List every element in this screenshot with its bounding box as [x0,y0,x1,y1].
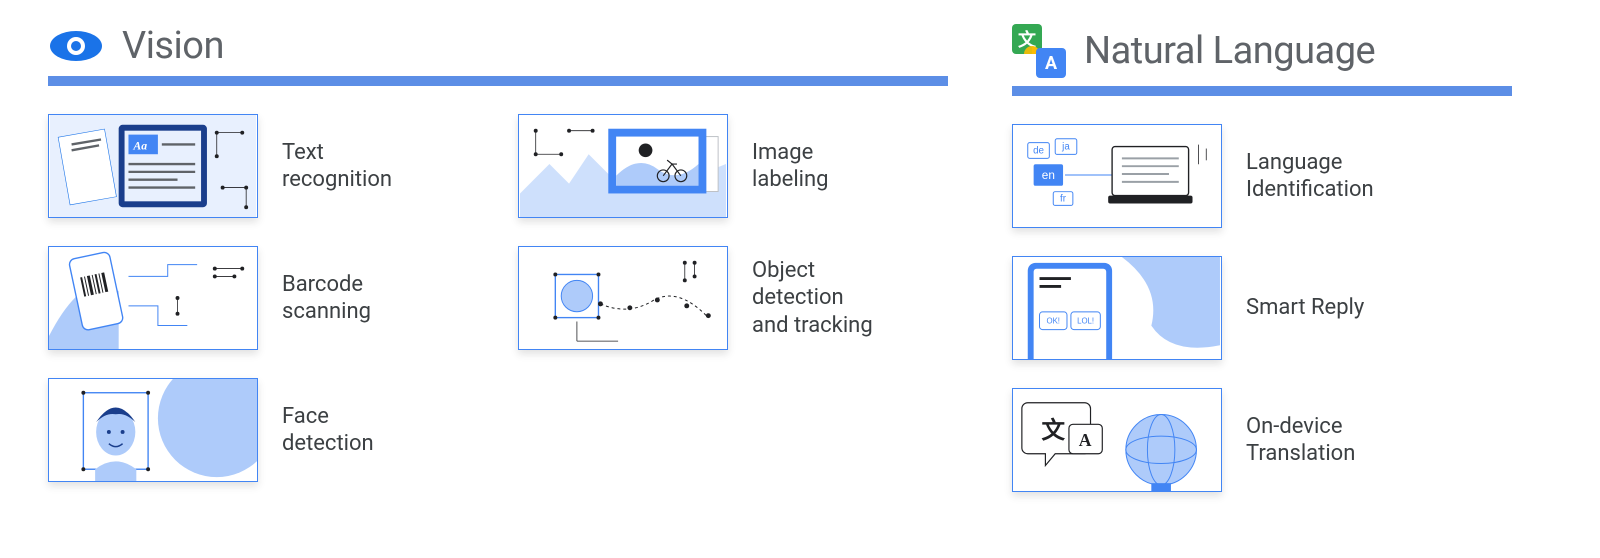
smart-reply-illustration: OK! LOL! [1012,256,1222,360]
vision-section: Vision Aa [48,24,948,482]
tl-a: A [1079,430,1092,450]
sr-ok: OK! [1047,317,1061,326]
translation-label: On-deviceTranslation [1246,413,1355,468]
vision-title: Vision [122,24,224,68]
natural-language-section: 文 A Natural Language de ja [1012,24,1512,492]
smart-reply-label: Smart Reply [1246,294,1364,322]
aa-label: Aa [132,139,147,152]
translate-icon: 文 A [1012,24,1066,78]
text-recognition-illustration: Aa [48,114,258,218]
face-detection-illustration [48,378,258,482]
feature-object-detection: Objectdetectionand tracking [518,246,948,350]
nl-title: Natural Language [1084,29,1375,73]
language-id-label: LanguageIdentification [1246,149,1374,204]
translation-illustration: 文 A [1012,388,1222,492]
sr-lol: LOL! [1077,317,1094,326]
li-fr: fr [1060,194,1067,205]
feature-smart-reply: OK! LOL! Smart Reply [1012,256,1512,360]
feature-barcode-scanning: Barcodescanning [48,246,478,350]
feature-image-labeling: Imagelabeling [518,114,948,218]
barcode-scanning-label: Barcodescanning [282,271,371,326]
object-detection-label: Objectdetectionand tracking [752,257,873,340]
vision-grid: Aa Textrecogniti [48,114,948,482]
nl-grid: de ja en fr [1012,124,1512,492]
nl-rule [1012,86,1512,96]
text-recognition-label: Textrecognition [282,139,392,194]
face-detection-label: Facedetection [282,403,374,458]
feature-language-identification: de ja en fr [1012,124,1512,228]
image-labeling-illustration [518,114,728,218]
image-labeling-label: Imagelabeling [752,139,829,194]
vision-rule [48,76,948,86]
language-id-illustration: de ja en fr [1012,124,1222,228]
nl-header: 文 A Natural Language [1012,24,1512,78]
object-detection-illustration [518,246,728,350]
barcode-scanning-illustration [48,246,258,350]
feature-face-detection: Facedetection [48,378,478,482]
feature-on-device-translation: 文 A On-deviceTranslation [1012,388,1512,492]
vision-header: Vision [48,24,948,68]
eye-icon [48,26,104,66]
li-ja: ja [1061,142,1070,153]
tl-cjk: 文 [1041,416,1065,444]
li-de: de [1033,145,1044,156]
ml-capabilities-diagram: Vision Aa [48,24,1552,492]
li-en: en [1042,169,1055,182]
feature-text-recognition: Aa Textrecogniti [48,114,478,218]
